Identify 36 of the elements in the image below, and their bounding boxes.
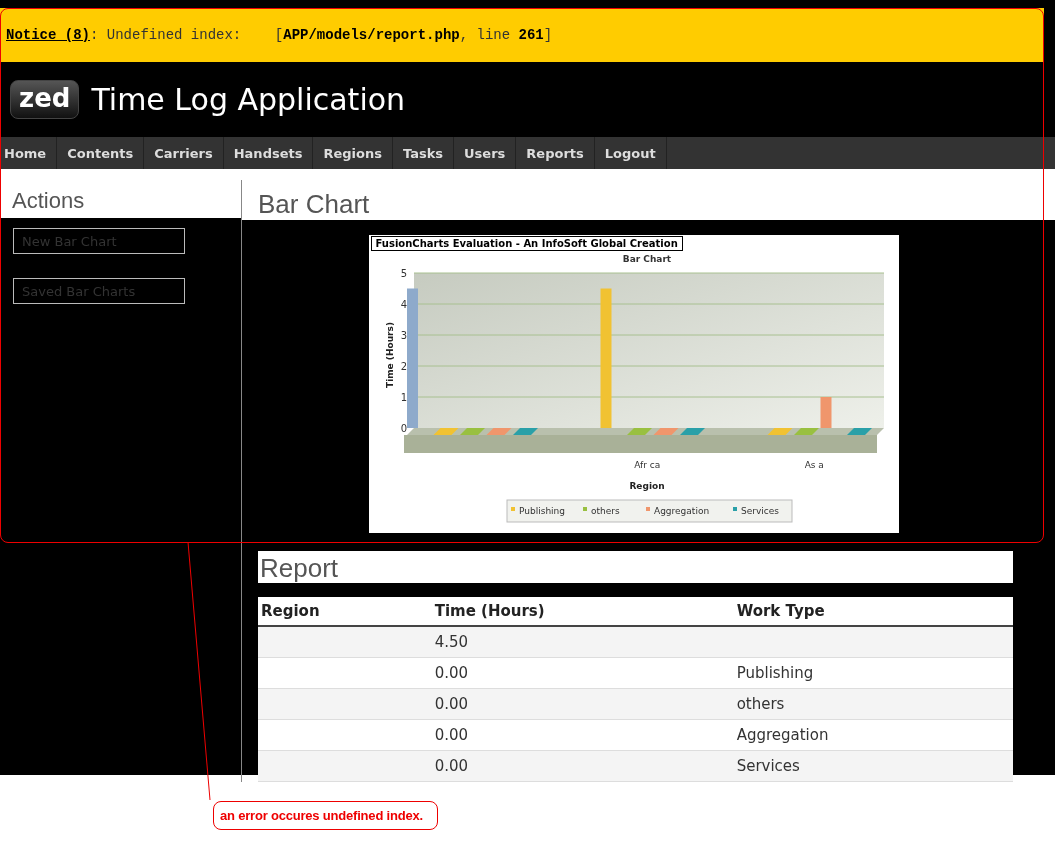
y-tick-label: 1 — [400, 392, 407, 403]
y-tick-label: 5 — [400, 268, 407, 279]
y-axis-label: Time (Hours) — [384, 322, 395, 388]
chart-title: Bar Chart — [622, 254, 671, 264]
table-cell: Publishing — [736, 664, 814, 682]
table-cell: 4.50 — [434, 633, 469, 651]
x-axis-label: Region — [628, 481, 665, 491]
legend-label: others — [590, 506, 620, 516]
y-tick-label: 0 — [400, 423, 407, 434]
section-title: Report — [260, 553, 339, 583]
table-cell: 0.00 — [434, 664, 469, 682]
table-cell: 0.00 — [434, 695, 469, 713]
y-tick-label: 4 — [400, 299, 407, 310]
table-cell: 0.00 — [434, 726, 469, 744]
logo: zed — [10, 80, 80, 119]
table-cell: Aggregation — [736, 726, 829, 744]
app-title: Time Log Application — [91, 82, 406, 117]
column-header: Time (Hours) — [431, 597, 734, 626]
sidebar-title: Actions — [12, 188, 85, 214]
column-header: Region — [258, 597, 432, 626]
legend-label: Publishing — [518, 506, 565, 516]
table-cell: Services — [736, 757, 800, 775]
column-header: Work Type — [733, 597, 1013, 626]
y-tick-label: 2 — [400, 361, 407, 372]
annotation-callout: an error occures undefined index. — [213, 801, 438, 830]
table-cell: 0.00 — [434, 757, 469, 775]
x-tick-label: Afr ca — [633, 460, 660, 470]
legend-label: Services — [740, 506, 779, 516]
error-notice: Notice (8): Undefined index: [APP/models/report.php, line 261] — [6, 27, 553, 43]
chart-banner: FusionCharts Evaluation - An InfoSoft Global Creation — [370, 236, 683, 251]
y-tick-label: 3 — [400, 330, 407, 341]
section-title: Bar Chart — [258, 189, 370, 220]
x-tick-label: As a — [804, 460, 824, 470]
notice-link[interactable]: Notice (8) — [6, 27, 90, 43]
legend-label: Aggregation — [653, 506, 709, 516]
table-cell: others — [736, 695, 785, 713]
